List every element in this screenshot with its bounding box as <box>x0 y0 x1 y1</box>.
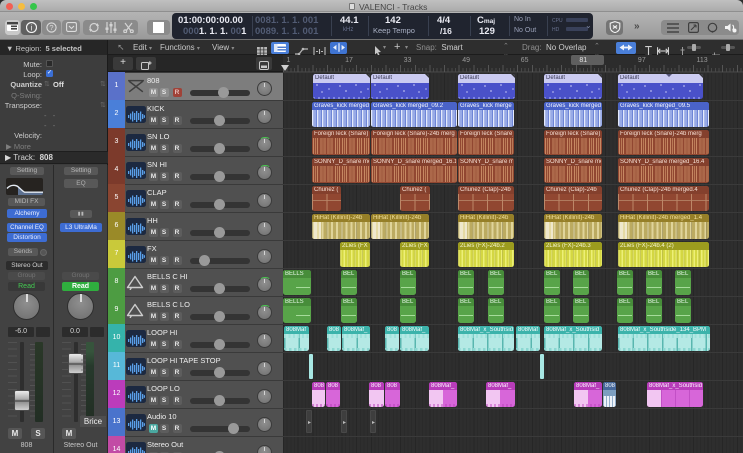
svg-text:?: ? <box>49 23 53 32</box>
svg-text:i: i <box>30 23 32 32</box>
